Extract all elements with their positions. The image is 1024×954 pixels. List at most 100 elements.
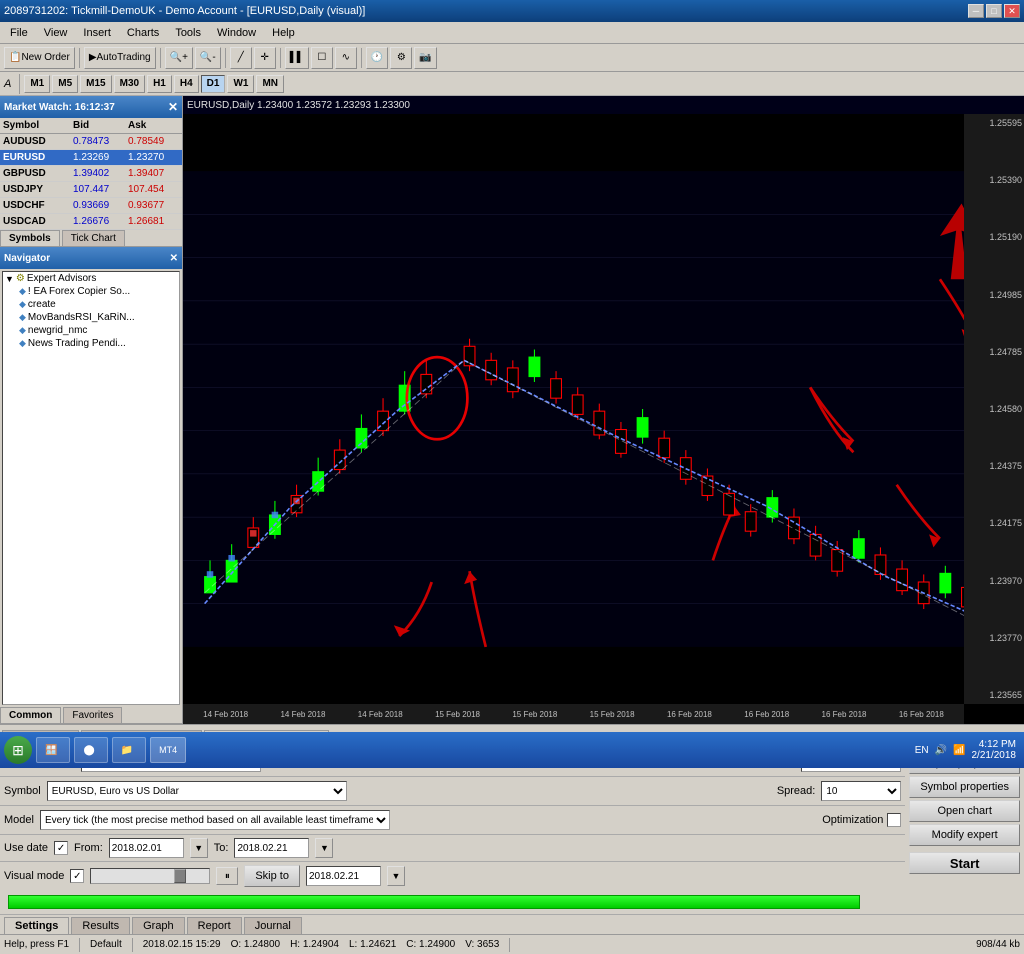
from-label: From:	[74, 842, 103, 854]
chart-line-btn[interactable]: ∿	[335, 47, 357, 69]
zoom-out-btn[interactable]: 🔍-	[195, 47, 221, 69]
y-val-7: 1.24175	[989, 518, 1022, 528]
mw-symbol-usdcad: USDCAD	[0, 214, 70, 229]
settings-btn[interactable]: ⚙	[390, 47, 412, 69]
mw-row-gbpusd[interactable]: GBPUSD 1.39402 1.39407	[0, 166, 182, 182]
speed-slider[interactable]	[90, 868, 210, 884]
x-val-5: 15 Feb 2018	[590, 710, 635, 719]
chart-x-axis: 14 Feb 2018 14 Feb 2018 14 Feb 2018 15 F…	[183, 704, 964, 724]
mw-bid-usdjpy: 107.447	[70, 182, 125, 197]
tab-common[interactable]: Common	[0, 707, 61, 723]
minimize-btn[interactable]: ─	[968, 4, 984, 18]
modify-expert-btn[interactable]: Modify expert	[909, 824, 1020, 846]
toolbar: 📋 New Order ▶ AutoTrading 🔍+ 🔍- ╱ ✛ ▌▌ ☐…	[0, 44, 1024, 72]
taskbar-item-1[interactable]: 🪟	[36, 737, 70, 763]
mw-row-usdjpy[interactable]: USDJPY 107.447 107.454	[0, 182, 182, 198]
auto-trading-btn[interactable]: ▶ AutoTrading	[84, 47, 156, 69]
skip-cal-btn[interactable]: ▼	[387, 866, 405, 886]
pause-btn[interactable]: ⏸	[216, 867, 238, 885]
x-val-6: 16 Feb 2018	[667, 710, 712, 719]
menu-tools[interactable]: Tools	[169, 25, 207, 41]
period-mn[interactable]: MN	[256, 75, 284, 93]
period-h4[interactable]: H4	[174, 75, 199, 93]
use-date-checkbox[interactable]: ✓	[54, 841, 68, 855]
y-val-5: 1.24580	[989, 404, 1022, 414]
symbol-label: Symbol	[4, 785, 41, 797]
menu-file[interactable]: File	[4, 25, 34, 41]
bottom-tab-results[interactable]: Results	[71, 917, 130, 934]
zoom-in-btn[interactable]: 🔍+	[165, 47, 193, 69]
mw-row-audusd[interactable]: AUDUSD 0.78473 0.78549	[0, 134, 182, 150]
period-m1[interactable]: M1	[24, 75, 50, 93]
bottom-tab-report[interactable]: Report	[187, 917, 242, 934]
period-w1[interactable]: W1	[227, 75, 254, 93]
from-date[interactable]	[109, 838, 184, 858]
start-button[interactable]: ⊞	[4, 736, 32, 764]
chart-canvas[interactable]	[183, 114, 994, 704]
taskbar-item-chrome[interactable]: ⬤	[74, 737, 107, 763]
menu-window[interactable]: Window	[211, 25, 262, 41]
y-val-8: 1.23970	[989, 576, 1022, 586]
open-chart-btn[interactable]: Open chart	[909, 800, 1020, 822]
skip-date[interactable]	[306, 866, 381, 886]
nav-ea-item-4[interactable]: ◆ newgrid_nmc	[3, 324, 179, 337]
mw-row-usdchf[interactable]: USDCHF 0.93669 0.93677	[0, 198, 182, 214]
nav-ea-item-5[interactable]: ◆ News Trading Pendi...	[3, 337, 179, 350]
chart-y-axis: 1.25595 1.25390 1.25190 1.24985 1.24785 …	[964, 114, 1024, 704]
optim-checkbox[interactable]	[887, 813, 901, 827]
close-btn[interactable]: ✕	[1004, 4, 1020, 18]
period-h1[interactable]: H1	[147, 75, 172, 93]
nav-ea-item-1[interactable]: ◆ ! EA Forex Copier So...	[3, 285, 179, 298]
symbol-select[interactable]: EURUSD, Euro vs US Dollar	[47, 781, 347, 801]
model-select[interactable]: Every tick (the most precise method base…	[40, 810, 390, 830]
taskbar-item-explorer[interactable]: 📁	[112, 737, 146, 763]
skip-to-btn[interactable]: Skip to	[244, 865, 300, 887]
mw-col-bid: Bid	[70, 118, 125, 133]
maximize-btn[interactable]: □	[986, 4, 1002, 18]
screenshot-btn[interactable]: 📷	[414, 47, 436, 69]
navigator-close[interactable]: ✕	[170, 253, 178, 264]
new-order-btn[interactable]: 📋 New Order	[4, 47, 75, 69]
nav-ea-item-2[interactable]: ◆ create	[3, 298, 179, 311]
bottom-tab-graph[interactable]: Graph	[132, 917, 185, 934]
spread-select[interactable]: 10	[821, 781, 901, 801]
st-row2: Symbol EURUSD, Euro vs US Dollar Spread:…	[0, 777, 905, 806]
chart-candle-btn[interactable]: ☐	[311, 47, 333, 69]
to-cal-btn[interactable]: ▼	[315, 838, 333, 858]
symbol-properties-btn[interactable]: Symbol properties	[909, 776, 1020, 798]
taskbar-item-mt4[interactable]: MT4	[150, 737, 186, 763]
market-watch-close[interactable]: ✕	[168, 100, 178, 114]
period-m5[interactable]: M5	[52, 75, 78, 93]
to-date[interactable]	[234, 838, 309, 858]
period-m30[interactable]: M30	[114, 75, 145, 93]
nav-expert-advisors[interactable]: ▼ ⚙ Expert Advisors	[3, 272, 179, 285]
status-volume: V: 3653	[465, 939, 499, 950]
menu-charts[interactable]: Charts	[121, 25, 165, 41]
crosshair-btn[interactable]: ✛	[254, 47, 276, 69]
menu-help[interactable]: Help	[266, 25, 301, 41]
bottom-tab-settings[interactable]: Settings	[4, 917, 69, 934]
clock-btn[interactable]: 🕐	[366, 47, 388, 69]
chart-bar-btn[interactable]: ▌▌	[285, 47, 309, 69]
nav-ea-label-4: newgrid_nmc	[28, 325, 87, 336]
menu-view[interactable]: View	[38, 25, 74, 41]
mw-row-usdcad[interactable]: USDCAD 1.26676 1.26681	[0, 214, 182, 230]
mw-row-eurusd[interactable]: EURUSD 1.23269 1.23270	[0, 150, 182, 166]
tab-favorites[interactable]: Favorites	[63, 707, 122, 723]
nav-ea-item-3[interactable]: ◆ MovBandsRSI_KaRiN...	[3, 311, 179, 324]
bottom-tab-journal[interactable]: Journal	[244, 917, 302, 934]
chart-area[interactable]: EURUSD,Daily 1.23400 1.23572 1.23293 1.2…	[183, 96, 1024, 724]
period-m15[interactable]: M15	[80, 75, 111, 93]
panel-tab-symbols[interactable]: Symbols	[0, 230, 60, 246]
period-d1[interactable]: D1	[201, 75, 226, 93]
from-cal-btn[interactable]: ▼	[190, 838, 208, 858]
mw-ask-usdcad: 1.26681	[125, 214, 180, 229]
keyboard-lang: EN	[915, 745, 929, 756]
ea-item-icon-1: ◆	[19, 286, 26, 297]
menu-insert[interactable]: Insert	[77, 25, 117, 41]
visual-mode-checkbox[interactable]: ✓	[70, 869, 84, 883]
nav-ea-label-2: create	[28, 299, 56, 310]
panel-tab-tick[interactable]: Tick Chart	[62, 230, 125, 246]
line-tool-btn[interactable]: ╱	[230, 47, 252, 69]
start-btn[interactable]: Start	[909, 852, 1020, 874]
